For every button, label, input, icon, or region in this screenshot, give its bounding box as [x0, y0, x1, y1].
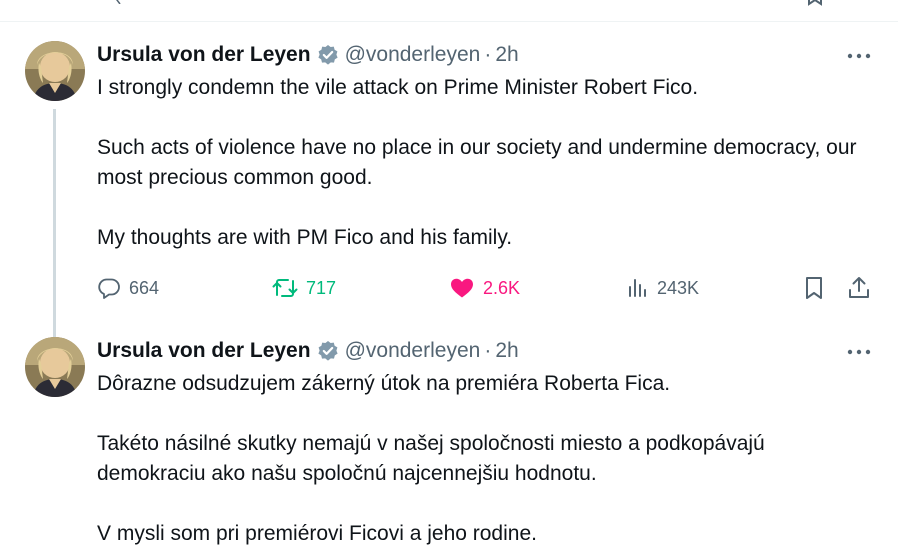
author-name[interactable]: Ursula von der Leyen	[97, 43, 311, 67]
heart-filled-icon	[451, 278, 473, 298]
tweet-slovak[interactable]: Ursula von der Leyen @vonderleyen · 2h D…	[0, 323, 898, 553]
tweet-paragraph: Takéto násilné skutky nemajú v našej spo…	[97, 432, 765, 485]
tweet-paragraph: Dôrazne odsudzujem zákerný útok na premi…	[97, 372, 671, 395]
thread-connector	[53, 109, 56, 337]
bar-chart-icon	[629, 279, 646, 297]
speech-bubble-icon	[98, 278, 120, 299]
timestamp[interactable]: 2h	[495, 339, 518, 363]
reply-count: 664	[129, 277, 160, 298]
ellipsis-icon	[847, 53, 871, 59]
tweet-text: Dôrazne odsudzujem zákerný útok na premi…	[97, 369, 877, 549]
separator-dot: ·	[484, 339, 492, 362]
author-handle[interactable]: @vonderleyen	[345, 43, 481, 67]
avatar-portrait	[25, 337, 85, 397]
share-button[interactable]	[846, 271, 872, 305]
bookmark-icon	[806, 277, 822, 299]
like-button[interactable]: 2.6K	[449, 271, 520, 305]
tweet-header: Ursula von der Leyen @vonderleyen · 2h	[97, 337, 519, 365]
bookmark-button[interactable]	[802, 271, 826, 305]
avatar[interactable]	[25, 41, 85, 101]
more-options-button[interactable]	[846, 342, 872, 362]
separator-dot: ·	[484, 43, 492, 66]
avatar-portrait	[25, 41, 85, 101]
tweet-paragraph: My thoughts are with PM Fico and his fam…	[97, 226, 513, 249]
views-button[interactable]: 243K	[627, 271, 699, 305]
tweet-text: I strongly condemn the vile attack on Pr…	[97, 73, 877, 253]
repost-count: 717	[306, 277, 337, 298]
repost-arrows-icon	[272, 279, 298, 297]
reply-button[interactable]: 664	[97, 271, 159, 305]
author-name[interactable]: Ursula von der Leyen	[97, 339, 311, 363]
verified-badge-icon[interactable]	[317, 340, 339, 362]
like-count: 2.6K	[483, 277, 521, 298]
tweet-paragraph: Such acts of violence have no place in o…	[97, 136, 857, 189]
author-handle[interactable]: @vonderleyen	[345, 339, 481, 363]
tweet-paragraph: V mysli som pri premiérovi Ficovi a jeho…	[97, 522, 537, 545]
tweet-actions: 664 717 2.6K 243K	[97, 271, 877, 305]
repost-button[interactable]: 717	[272, 271, 336, 305]
share-upload-icon	[849, 277, 869, 298]
tweet-paragraph: I strongly condemn the vile attack on Pr…	[97, 76, 699, 99]
more-options-button[interactable]	[846, 46, 872, 66]
partial-icon	[116, 0, 121, 4]
timestamp[interactable]: 2h	[495, 43, 518, 67]
verified-badge-icon[interactable]	[317, 44, 339, 66]
partial-bookmark-icon	[808, 0, 822, 6]
previous-tweet-edge	[0, 0, 898, 22]
ellipsis-icon	[847, 349, 871, 355]
tweet-english[interactable]: Ursula von der Leyen @vonderleyen · 2h I…	[0, 23, 898, 337]
view-count: 243K	[657, 277, 700, 298]
tweet-header: Ursula von der Leyen @vonderleyen · 2h	[97, 41, 519, 69]
avatar[interactable]	[25, 337, 85, 397]
